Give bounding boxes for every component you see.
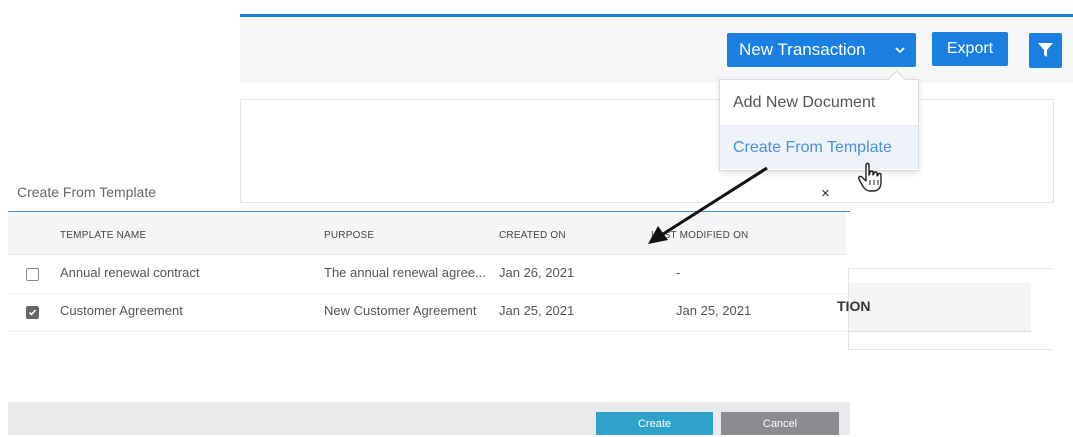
column-header-purpose: PURPOSE (324, 230, 375, 241)
purpose-cell: The annual renewal agree... (324, 265, 486, 280)
new-transaction-button[interactable]: New Transaction (727, 33, 916, 67)
close-icon[interactable]: × (821, 185, 830, 202)
purpose-cell: New Customer Agreement (324, 303, 477, 318)
column-header-created-on: CREATED ON (499, 230, 566, 241)
template-name-cell: Customer Agreement (60, 303, 183, 318)
modal-title: Create From Template (17, 184, 157, 200)
export-button[interactable]: Export (932, 32, 1008, 66)
filter-icon (1038, 43, 1053, 57)
table-row[interactable]: Customer Agreement New Customer Agreemen… (8, 293, 846, 332)
create-button[interactable]: Create (596, 412, 713, 435)
table-row[interactable]: Annual renewal contract The annual renew… (8, 255, 846, 294)
cancel-button[interactable]: Cancel (721, 412, 839, 435)
menu-item-add-new-document[interactable]: Add New Document (720, 81, 918, 125)
annotation-arrow-icon (648, 166, 768, 244)
column-header-template-name: TEMPLATE NAME (60, 230, 147, 241)
template-name-cell: Annual renewal contract (60, 265, 200, 280)
new-transaction-dropdown: Add New Document Create From Template (719, 70, 919, 171)
checkmark-icon (28, 309, 37, 316)
new-transaction-label: New Transaction (739, 40, 866, 59)
created-on-cell: Jan 25, 2021 (499, 303, 575, 318)
last-modified-cell: Jan 25, 2021 (676, 303, 752, 318)
last-modified-cell: - (676, 265, 681, 280)
row-checkbox[interactable] (26, 268, 39, 281)
background-table-header: TION (837, 283, 1031, 332)
created-on-cell: Jan 26, 2021 (499, 265, 575, 280)
row-checkbox[interactable] (26, 306, 39, 319)
hand-cursor-icon (858, 162, 882, 192)
filter-button[interactable] (1029, 33, 1062, 68)
background-table-panel: TION (837, 268, 1053, 350)
